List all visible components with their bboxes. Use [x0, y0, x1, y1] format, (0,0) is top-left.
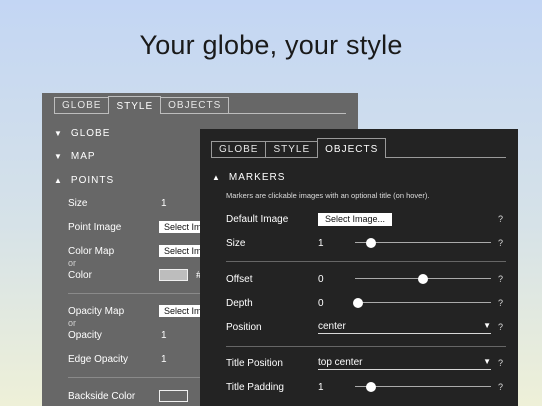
caret-down-icon: ▼: [483, 321, 491, 330]
color-map-label: Color Map: [68, 246, 115, 257]
title-position-label: Title Position: [226, 358, 283, 369]
default-image-label: Default Image: [226, 214, 289, 225]
color-label: Color: [68, 270, 92, 281]
slider-thumb[interactable]: [352, 298, 363, 308]
backside-color-swatch[interactable]: [159, 390, 188, 402]
opacity-map-label: Opacity Map: [68, 306, 125, 317]
front-tab-objects[interactable]: OBJECTS: [317, 138, 387, 158]
expanded-triangle-icon: ▲: [212, 173, 221, 182]
collapsed-triangle-icon: ▼: [54, 152, 63, 161]
divider: [226, 346, 506, 347]
offset-slider[interactable]: [355, 274, 491, 284]
or-label: or: [68, 318, 77, 328]
back-tab-style[interactable]: STYLE: [108, 96, 162, 114]
section-markers-label: MARKERS: [228, 172, 286, 183]
back-tab-globe[interactable]: GLOBE: [54, 97, 110, 113]
headline: Your globe, your style: [139, 30, 403, 60]
help-icon[interactable]: ?: [498, 214, 503, 224]
depth-value[interactable]: 0: [318, 298, 324, 309]
markers-description: Markers are clickable images with an opt…: [226, 191, 430, 200]
depth-slider[interactable]: [352, 298, 491, 308]
slider-thumb[interactable]: [366, 382, 377, 392]
marker-size-value[interactable]: 1: [318, 238, 324, 249]
marker-size-slider[interactable]: [355, 238, 491, 248]
depth-label: Depth: [226, 298, 253, 309]
front-tab-bar: GLOBE STYLE OBJECTS: [211, 138, 506, 158]
offset-value[interactable]: 0: [318, 274, 324, 285]
help-icon[interactable]: ?: [498, 298, 503, 308]
help-icon[interactable]: ?: [498, 358, 503, 368]
title-padding-value[interactable]: 1: [318, 382, 324, 393]
help-icon[interactable]: ?: [498, 238, 503, 248]
backside-color-label: Backside Color: [68, 391, 136, 402]
edge-opacity-label: Edge Opacity: [68, 354, 129, 365]
section-map-toggle[interactable]: ▼ MAP: [54, 151, 96, 162]
back-tab-objects[interactable]: OBJECTS: [160, 97, 230, 113]
marker-size-label: Size: [226, 238, 246, 249]
help-icon[interactable]: ?: [498, 274, 503, 284]
objects-panel: GLOBE STYLE OBJECTS ▲ MARKERS Markers ar…: [200, 129, 518, 406]
slider-thumb[interactable]: [418, 274, 428, 284]
opacity-value[interactable]: 1: [161, 330, 167, 341]
section-globe-toggle[interactable]: ▼ GLOBE: [54, 128, 110, 139]
size-value[interactable]: 1: [161, 198, 167, 209]
color-swatch[interactable]: [159, 269, 188, 281]
or-label: or: [68, 258, 77, 268]
title-padding-slider[interactable]: [355, 382, 491, 392]
size-label: Size: [68, 198, 88, 209]
position-label: Position: [226, 322, 262, 333]
section-points-toggle[interactable]: ▲ POINTS: [54, 175, 114, 186]
front-tab-style[interactable]: STYLE: [265, 141, 319, 157]
point-image-label: Point Image: [68, 222, 122, 233]
collapsed-triangle-icon: ▼: [54, 129, 63, 138]
divider: [226, 261, 506, 262]
section-map-label: MAP: [70, 151, 96, 162]
opacity-label: Opacity: [68, 330, 102, 341]
slider-track: [355, 302, 491, 303]
back-tab-bar: GLOBE STYLE OBJECTS: [54, 96, 346, 114]
front-tab-globe[interactable]: GLOBE: [211, 141, 267, 157]
position-dropdown[interactable]: center ▼: [318, 321, 491, 334]
help-icon[interactable]: ?: [498, 322, 503, 332]
section-globe-label: GLOBE: [70, 128, 111, 139]
section-markers-toggle[interactable]: ▲ MARKERS: [212, 172, 285, 183]
title-padding-label: Title Padding: [226, 382, 284, 393]
edge-opacity-value[interactable]: 1: [161, 354, 167, 365]
title-position-value: top center: [318, 357, 363, 368]
offset-label: Offset: [226, 274, 253, 285]
help-icon[interactable]: ?: [498, 382, 503, 392]
section-points-label: POINTS: [70, 175, 115, 186]
expanded-triangle-icon: ▲: [54, 176, 63, 185]
slider-thumb[interactable]: [366, 238, 377, 248]
title-position-dropdown[interactable]: top center ▼: [318, 357, 491, 370]
default-image-select-button[interactable]: Select Image...: [318, 213, 392, 226]
position-value: center: [318, 321, 346, 332]
caret-down-icon: ▼: [483, 357, 491, 366]
